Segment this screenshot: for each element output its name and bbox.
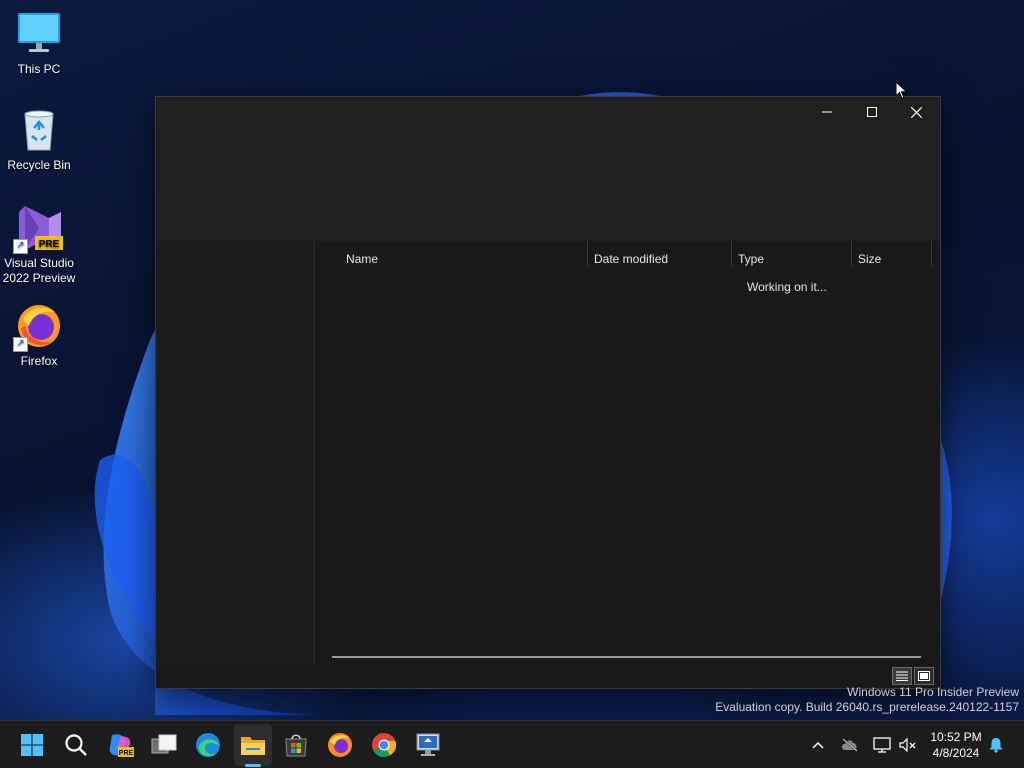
chevron-up-icon: [812, 741, 824, 749]
column-divider[interactable]: [851, 241, 852, 267]
file-explorer-icon: [241, 737, 265, 755]
desktop-icon-this-pc[interactable]: This PC: [0, 10, 78, 77]
firefox-taskbar-button[interactable]: [324, 729, 356, 761]
column-divider[interactable]: [731, 241, 732, 267]
desktop-icon-firefox[interactable]: ↗ Firefox: [0, 302, 78, 369]
volume-muted-icon: [899, 738, 916, 752]
mouse-cursor-icon: [895, 80, 908, 105]
file-explorer-window[interactable]: Name ⌄ Date modified Type Size Working o…: [155, 96, 941, 689]
clock-time: 10:52 PM: [930, 730, 982, 744]
desktop-icon-label: This PC: [17, 62, 61, 76]
edge-button[interactable]: [192, 729, 224, 761]
column-divider[interactable]: [931, 241, 932, 267]
firefox-icon: ↗: [13, 302, 63, 352]
column-divider[interactable]: [587, 241, 588, 267]
volume-button[interactable]: [898, 735, 918, 755]
loading-status: Working on it...: [747, 280, 827, 294]
sort-chevron-icon: ⌄: [660, 250, 667, 259]
details-view-icon: [896, 671, 908, 681]
recycle-bin-icon: [15, 106, 63, 154]
taskbar-clock[interactable]: 10:52 PM 4/8/2024: [920, 729, 992, 761]
large-icons-view-button[interactable]: [914, 667, 934, 685]
cloud-offline-icon: [842, 738, 858, 752]
onedrive-status-button[interactable]: [840, 735, 860, 755]
copilot-button[interactable]: PRE: [104, 729, 136, 761]
column-label: Date modified: [594, 252, 669, 266]
desktop-icon-visual-studio[interactable]: PRE ↗ Visual Studio 2022 Preview: [0, 204, 78, 286]
file-explorer-button[interactable]: [237, 729, 269, 761]
copilot-icon: PRE: [109, 734, 134, 757]
evaluation-watermark: Windows 11 Pro Insider Preview Evaluatio…: [715, 685, 1019, 715]
maximize-button[interactable]: [849, 97, 894, 127]
start-button[interactable]: [16, 729, 48, 761]
clock-date: 4/8/2024: [932, 746, 980, 760]
desktop-icon-label: Firefox: [20, 354, 58, 368]
remote-desktop-button[interactable]: [412, 729, 444, 761]
active-app-indicator: [245, 764, 261, 767]
desktop-icon-label: Recycle Bin: [7, 158, 71, 172]
task-view-icon: [151, 734, 177, 754]
watermark-line-2: Evaluation copy. Build 26040.rs_prerelea…: [715, 700, 1019, 714]
rdp-icon: [416, 733, 440, 756]
copilot-pre-badge: PRE: [119, 750, 134, 757]
column-header-date-modified[interactable]: ⌄ Date modified: [594, 247, 730, 271]
navigation-pane[interactable]: [156, 241, 315, 664]
column-label: Name: [346, 252, 379, 266]
file-list[interactable]: Name ⌄ Date modified Type Size Working o…: [316, 241, 940, 688]
chrome-icon: [372, 733, 397, 758]
store-icon: [285, 734, 307, 757]
visual-studio-icon: PRE ↗: [13, 204, 63, 254]
column-header-type[interactable]: Type: [738, 247, 850, 271]
network-icon: [873, 737, 891, 753]
desktop-icon-recycle-bin[interactable]: Recycle Bin: [0, 106, 78, 173]
shortcut-arrow-icon: ↗: [13, 239, 28, 254]
minimize-button[interactable]: [804, 97, 849, 127]
edge-icon: [196, 733, 220, 757]
store-button[interactable]: [280, 729, 312, 761]
shortcut-arrow-icon: ↗: [13, 337, 28, 352]
close-icon: [911, 106, 922, 118]
search-button[interactable]: [60, 729, 92, 761]
bell-icon: [989, 738, 1003, 753]
monitor-icon: [15, 10, 63, 58]
show-hidden-icons-button[interactable]: [808, 735, 828, 755]
chrome-taskbar-button[interactable]: [368, 729, 400, 761]
notifications-button[interactable]: [986, 735, 1006, 755]
horizontal-scrollbar[interactable]: [332, 656, 921, 658]
start-icon: [21, 734, 43, 756]
taskbar: PRE 10:52 PM 4/8/2024: [0, 720, 1024, 768]
minimize-icon: [821, 111, 832, 113]
maximize-icon: [866, 107, 877, 117]
search-icon: [65, 734, 87, 756]
large-icons-view-icon: [918, 671, 930, 681]
column-label: Type: [738, 252, 765, 266]
details-view-button[interactable]: [892, 667, 912, 685]
column-label: Size: [858, 252, 882, 266]
network-button[interactable]: [872, 735, 892, 755]
column-header-name[interactable]: Name: [346, 247, 586, 271]
pre-badge: PRE: [39, 239, 60, 250]
column-header-size[interactable]: Size: [858, 247, 930, 271]
firefox-icon: [328, 733, 352, 757]
watermark-line-1: Windows 11 Pro Insider Preview: [847, 685, 1019, 699]
task-view-button[interactable]: [148, 729, 180, 761]
desktop-icon-label: Visual Studio 2022 Preview: [2, 256, 76, 285]
